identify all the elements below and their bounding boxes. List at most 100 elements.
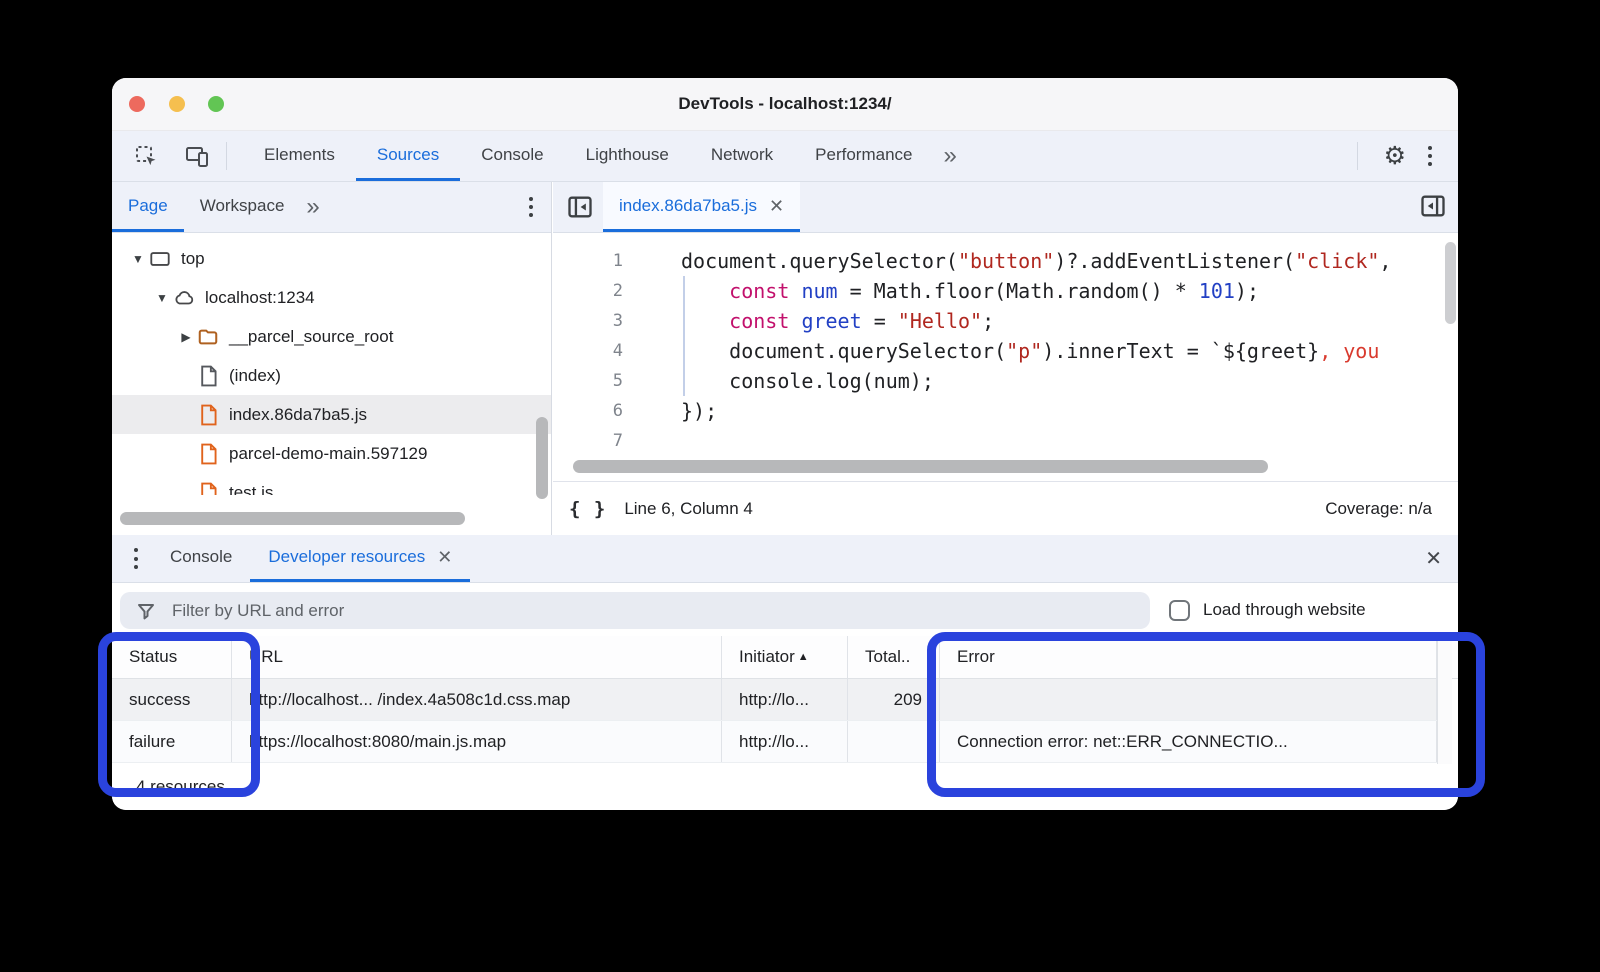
h-scrollbar[interactable] (573, 460, 1268, 473)
column-header-error[interactable]: Error (940, 636, 1437, 678)
h-scrollbar[interactable] (120, 512, 465, 525)
tree-item-top[interactable]: ▼top (112, 239, 551, 278)
close-tab-icon[interactable]: ✕ (437, 548, 452, 566)
hide-navigator-icon[interactable] (565, 193, 595, 221)
column-header-url[interactable]: URL (232, 636, 722, 678)
column-label: URL (249, 647, 283, 667)
drawer-tab-label: Developer resources (268, 547, 425, 567)
expander-closed-icon[interactable]: ▶ (176, 330, 196, 344)
drawer-tabbar: Console Developer resources ✕ ✕ (112, 535, 1458, 583)
column-header-initiator[interactable]: Initiator▲ (722, 636, 848, 678)
show-debugger-sidebar-icon[interactable] (1418, 192, 1448, 220)
minimize-window-button[interactable] (169, 96, 185, 112)
maximize-window-button[interactable] (208, 96, 224, 112)
drawer-kebab-icon[interactable] (120, 535, 152, 582)
customize-devtools-kebab-icon[interactable] (1416, 143, 1444, 168)
cell-initiator: http://lo... (722, 679, 848, 720)
panel-tabs: ElementsSourcesConsoleLighthouseNetworkP… (243, 131, 934, 181)
drawer-tab-developer-resources[interactable]: Developer resources ✕ (250, 535, 470, 582)
editor-pane: index.86da7ba5.js ✕ 1234567 document.que… (553, 182, 1458, 535)
column-header-status[interactable]: Status (112, 636, 232, 678)
tree-item-parcel-demo-main-597129[interactable]: parcel-demo-main.597129 (112, 434, 551, 473)
tree-item-label: localhost:1234 (205, 288, 315, 308)
filter-field[interactable] (120, 592, 1150, 629)
more-navigator-tabs-chevron-icon[interactable]: » (300, 182, 325, 232)
cell-status: failure (112, 721, 232, 762)
tree-item-label: __parcel_source_root (229, 327, 393, 347)
more-panels-chevron-icon[interactable]: » (934, 131, 967, 181)
main-toolbar: ElementsSourcesConsoleLighthouseNetworkP… (112, 131, 1458, 182)
code-editor[interactable]: 1234567 document.querySelector("button")… (553, 234, 1458, 481)
v-scrollbar[interactable] (536, 417, 548, 499)
load-through-website-checkbox[interactable] (1169, 600, 1190, 621)
close-tab-icon[interactable]: ✕ (769, 197, 784, 215)
tree-item--parcel-source-root[interactable]: ▶ __parcel_source_root (112, 317, 551, 356)
cell-error: Connection error: net::ERR_CONNECTIO... (940, 721, 1437, 762)
column-label: Total.. (865, 647, 910, 667)
devtools-window: DevTools - localhost:1234/ ElementsSourc… (112, 78, 1458, 810)
code-line-2: const num = Math.floor(Math.random() * 1… (681, 276, 1458, 306)
v-scrollbar[interactable] (1437, 636, 1452, 764)
navigator-tab-workspace[interactable]: Workspace (184, 182, 301, 232)
column-label: Initiator (739, 647, 795, 667)
frame-icon (148, 247, 172, 271)
tab-elements[interactable]: Elements (243, 131, 356, 181)
resource-row-failure[interactable]: failurehttps://localhost:8080/main.js.ma… (112, 721, 1437, 763)
settings-gear-icon[interactable]: ⚙ (1384, 144, 1406, 169)
line-number[interactable]: 4 (553, 336, 623, 366)
navigator-kebab-icon[interactable] (517, 182, 545, 232)
pretty-print-icon[interactable]: { } (569, 498, 606, 520)
tree-item-label: index.86da7ba5.js (229, 405, 367, 425)
editor-tab[interactable]: index.86da7ba5.js ✕ (603, 182, 800, 232)
title-bar: DevTools - localhost:1234/ (112, 78, 1458, 131)
inspect-element-icon[interactable] (134, 144, 158, 168)
sort-ascending-icon: ▲ (798, 651, 809, 663)
resource-count: 4 resources (112, 764, 1458, 810)
file-orange-icon (196, 481, 220, 496)
tab-sources[interactable]: Sources (356, 131, 460, 181)
line-number[interactable]: 6 (553, 396, 623, 426)
expander-open-icon[interactable]: ▼ (152, 291, 172, 305)
tree-item-index-86da7ba5-js[interactable]: index.86da7ba5.js (112, 395, 551, 434)
editor-tabstrip: index.86da7ba5.js ✕ (553, 182, 1458, 233)
line-number[interactable]: 2 (553, 276, 623, 306)
tree-item-localhost-1234[interactable]: ▼ localhost:1234 (112, 278, 551, 317)
cell-status: success (112, 679, 232, 720)
code-line-7 (681, 426, 1458, 456)
filter-row: Load through website (112, 584, 1458, 636)
table-body: successhttp://localhost... /index.4a508c… (112, 679, 1458, 763)
resource-row-success[interactable]: successhttp://localhost... /index.4a508c… (112, 679, 1437, 721)
tab-lighthouse[interactable]: Lighthouse (565, 131, 690, 181)
navigator-tabs: PageWorkspace » (112, 182, 551, 233)
filter-funnel-icon (136, 601, 156, 621)
line-number[interactable]: 1 (553, 246, 623, 276)
column-header-total[interactable]: Total.. (848, 636, 940, 678)
load-through-website-label: Load through website (1203, 600, 1366, 620)
window-title: DevTools - localhost:1234/ (112, 94, 1458, 114)
line-number[interactable]: 5 (553, 366, 623, 396)
tree-item-test-js[interactable]: test.js (112, 473, 551, 495)
line-number[interactable]: 3 (553, 306, 623, 336)
close-window-button[interactable] (129, 96, 145, 112)
cell-url: http://localhost... /index.4a508c1d.css.… (232, 679, 722, 720)
tab-network[interactable]: Network (690, 131, 794, 181)
close-drawer-icon[interactable]: ✕ (1409, 546, 1458, 571)
filter-input[interactable] (170, 600, 1150, 622)
coverage-status: Coverage: n/a (1325, 499, 1458, 519)
device-toolbar-icon[interactable] (184, 144, 210, 168)
code-line-1: document.querySelector("button")?.addEve… (681, 246, 1458, 276)
cell-url: https://localhost:8080/main.js.map (232, 721, 722, 762)
v-scrollbar[interactable] (1445, 242, 1456, 324)
tab-performance[interactable]: Performance (794, 131, 933, 181)
tree-item-label: test.js (229, 483, 273, 496)
expander-open-icon[interactable]: ▼ (128, 252, 148, 266)
tab-console[interactable]: Console (460, 131, 564, 181)
navigator-tab-page[interactable]: Page (112, 182, 184, 232)
tree-item-label: (index) (229, 366, 281, 386)
cell-initiator: http://lo... (722, 721, 848, 762)
tree-item--index-[interactable]: (index) (112, 356, 551, 395)
drawer-tab-label: Console (170, 547, 232, 567)
drawer-tab-console[interactable]: Console (152, 535, 250, 582)
code-line-4: document.querySelector("p").innerText = … (681, 336, 1458, 366)
line-number[interactable]: 7 (553, 426, 623, 456)
